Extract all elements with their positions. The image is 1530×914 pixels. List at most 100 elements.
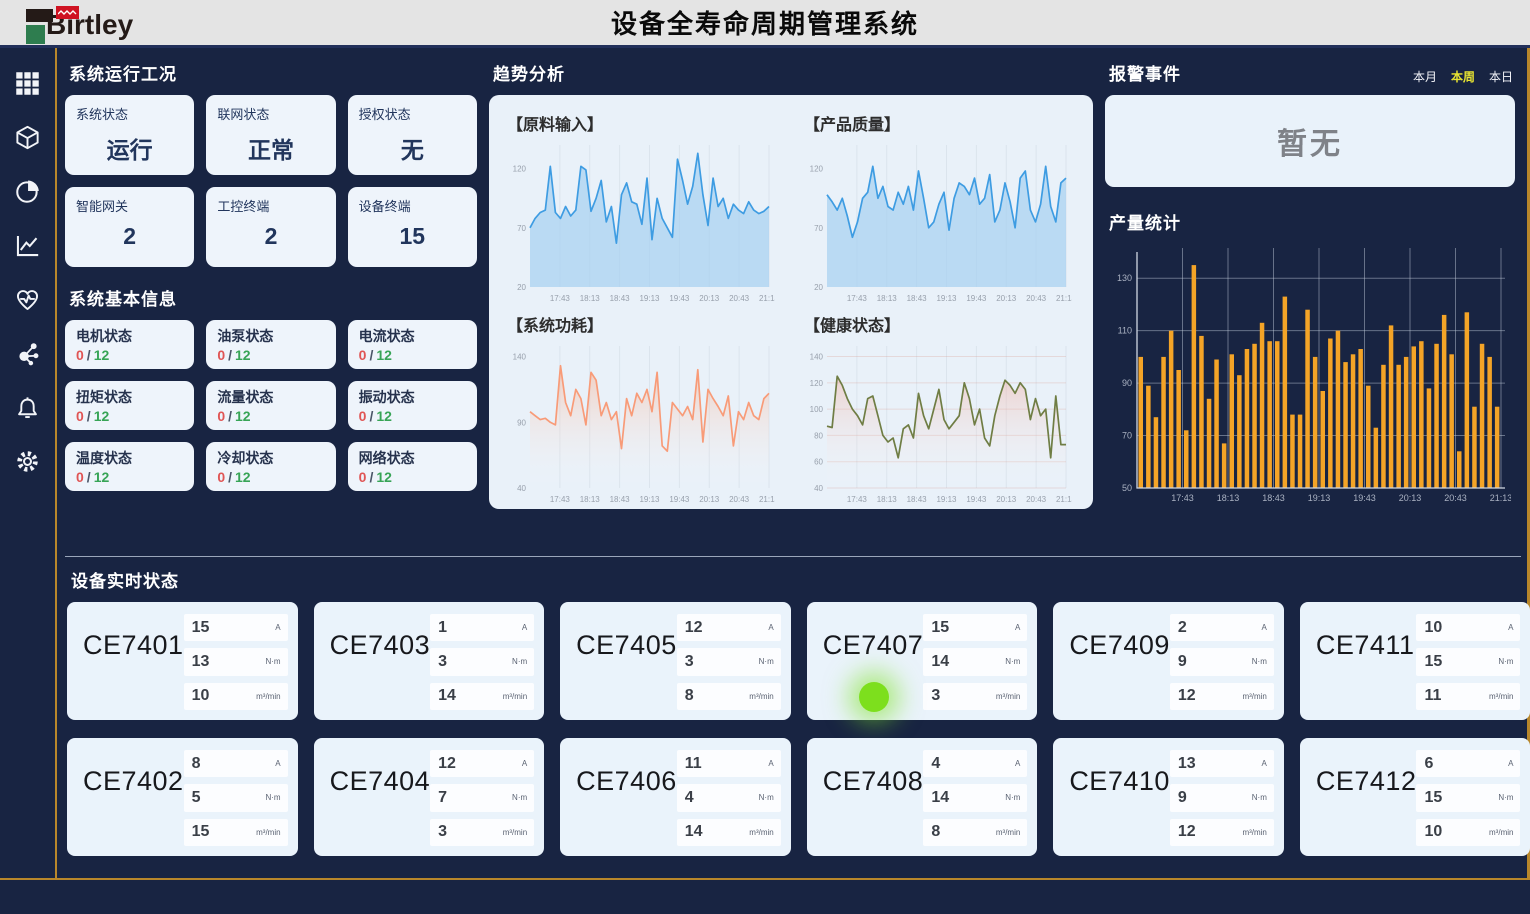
metric-unit: N·m <box>1252 657 1267 666</box>
svg-text:40: 40 <box>517 484 526 493</box>
metric-value: 8 <box>931 823 940 841</box>
svg-text:17:43: 17:43 <box>847 495 868 504</box>
svg-text:18:13: 18:13 <box>1217 493 1240 503</box>
heart-pulse-icon[interactable] <box>14 286 41 313</box>
device-card[interactable]: CE740611A4N·m14m³/min <box>560 738 791 856</box>
device-card[interactable]: CE740115A13N·m10m³/min <box>67 602 298 720</box>
system-status-grid: 系统状态运行联网状态正常授权状态无智能网关2工控终端2设备终端15 <box>65 95 477 267</box>
grid-icon[interactable] <box>14 70 41 97</box>
device-metrics: 1A3N·m14m³/min <box>430 614 534 710</box>
device-metric: 10A <box>1416 614 1520 641</box>
device-card[interactable]: CE741110A15N·m11m³/min <box>1300 602 1530 720</box>
metric-value: 12 <box>685 619 703 637</box>
device-card[interactable]: CE74126A15N·m10m³/min <box>1300 738 1530 856</box>
device-name: CE7405 <box>576 630 677 710</box>
metric-unit: N·m <box>1498 657 1513 666</box>
metric-value: 14 <box>931 789 949 807</box>
device-metric: 14N·m <box>923 784 1027 811</box>
device-metrics: 2A9N·m12m³/min <box>1170 614 1274 710</box>
info-card-value: 0/12 <box>359 469 466 485</box>
metric-unit: N·m <box>265 657 280 666</box>
info-card: 冷却状态0/12 <box>206 442 335 491</box>
right-column: 报警事件 本月本周本日 暂无 产量统计 50709011013017:4318:… <box>1105 52 1521 546</box>
metric-unit: m³/min <box>996 692 1020 701</box>
svg-text:18:43: 18:43 <box>610 495 631 504</box>
status-card-value: 无 <box>348 131 477 165</box>
line-chart-icon[interactable] <box>14 232 41 259</box>
device-card[interactable]: CE74028A5N·m15m³/min <box>67 738 298 856</box>
cube-icon[interactable] <box>14 124 41 151</box>
svg-text:19:43: 19:43 <box>669 495 690 504</box>
status-card-label: 授权状态 <box>359 104 466 123</box>
device-card[interactable]: CE740512A3N·m8m³/min <box>560 602 791 720</box>
metric-unit: A <box>1508 623 1513 632</box>
svg-text:20:13: 20:13 <box>699 495 720 504</box>
metric-value: 14 <box>685 823 703 841</box>
device-card[interactable]: CE74031A3N·m14m³/min <box>314 602 545 720</box>
info-card: 电流状态0/12 <box>348 320 477 369</box>
device-metric: 15N·m <box>1416 648 1520 675</box>
network-icon[interactable] <box>14 340 41 367</box>
metric-unit: N·m <box>1252 793 1267 802</box>
device-metric: 3m³/min <box>430 819 534 846</box>
metric-value: 5 <box>192 789 201 807</box>
svg-text:120: 120 <box>810 379 824 388</box>
metric-value: 15 <box>192 823 210 841</box>
app-header: Birtley 设备全寿命周期管理系统 <box>0 0 1530 48</box>
device-card[interactable]: CE740715A14N·m3m³/min <box>807 602 1038 720</box>
trend-chart-title: 【系统功耗】 <box>507 312 780 336</box>
svg-text:70: 70 <box>814 224 823 233</box>
device-card[interactable]: CE740412A7N·m3m³/min <box>314 738 545 856</box>
device-card[interactable]: CE74092A9N·m12m³/min <box>1053 602 1284 720</box>
device-name: CE7411 <box>1316 630 1415 710</box>
device-card[interactable]: CE74084A14N·m8m³/min <box>807 738 1038 856</box>
brand-logo-mark <box>26 5 78 45</box>
logo-green-block <box>26 25 45 44</box>
device-metric: 14m³/min <box>677 819 781 846</box>
device-grid: CE740115A13N·m10m³/minCE74031A3N·m14m³/m… <box>67 602 1513 856</box>
device-metrics: 11A4N·m14m³/min <box>677 750 781 846</box>
svg-text:18:13: 18:13 <box>877 294 898 303</box>
bell-icon[interactable] <box>14 394 41 421</box>
metric-unit: m³/min <box>1489 828 1513 837</box>
status-card: 授权状态无 <box>348 95 477 175</box>
svg-text:20:13: 20:13 <box>1399 493 1422 503</box>
info-card: 油泵状态0/12 <box>206 320 335 369</box>
devices-section: 设备实时状态 CE740115A13N·m10m³/minCE74031A3N·… <box>65 556 1521 856</box>
pie-chart-icon[interactable] <box>14 178 41 205</box>
info-card-label: 温度状态 <box>76 448 183 468</box>
count-separator: / <box>366 469 376 485</box>
metric-unit: A <box>275 759 280 768</box>
metric-unit: A <box>1015 623 1020 632</box>
info-card-value: 0/12 <box>76 408 183 424</box>
total-count: 12 <box>235 347 251 363</box>
status-card-value: 15 <box>348 223 477 250</box>
metric-value: 8 <box>685 687 694 705</box>
metric-unit: A <box>1015 759 1020 768</box>
info-card: 温度状态0/12 <box>65 442 194 491</box>
info-card-label: 冷却状态 <box>217 448 324 468</box>
info-card-label: 振动状态 <box>359 387 466 407</box>
svg-text:20:43: 20:43 <box>1026 294 1047 303</box>
status-card: 系统状态运行 <box>65 95 194 175</box>
total-count: 12 <box>376 408 392 424</box>
alarm-tab[interactable]: 本周 <box>1451 68 1475 85</box>
trend-line-chart: 40608010012014017:4318:1318:4319:1319:43… <box>800 336 1072 505</box>
alert-count: 0 <box>76 347 84 363</box>
alarm-tab[interactable]: 本月 <box>1413 68 1437 85</box>
metric-value: 12 <box>1178 687 1196 705</box>
svg-text:90: 90 <box>1122 378 1132 388</box>
info-card-label: 网络状态 <box>359 448 466 468</box>
device-name: CE7406 <box>576 766 677 846</box>
top-grid: 系统运行工况 系统状态运行联网状态正常授权状态无智能网关2工控终端2设备终端15… <box>65 52 1521 546</box>
info-card-label: 流量状态 <box>217 387 324 407</box>
gear-icon[interactable] <box>14 448 41 475</box>
metric-unit: m³/min <box>1242 692 1266 701</box>
metric-value: 1 <box>438 619 447 637</box>
info-card: 网络状态0/12 <box>348 442 477 491</box>
device-card[interactable]: CE741013A9N·m12m³/min <box>1053 738 1284 856</box>
info-card-value: 0/12 <box>217 408 324 424</box>
status-card: 智能网关2 <box>65 187 194 267</box>
trend-chart-cell: 【产品质量】207012017:4318:1318:4319:1319:4320… <box>800 103 1077 304</box>
alarm-tab[interactable]: 本日 <box>1489 68 1513 85</box>
